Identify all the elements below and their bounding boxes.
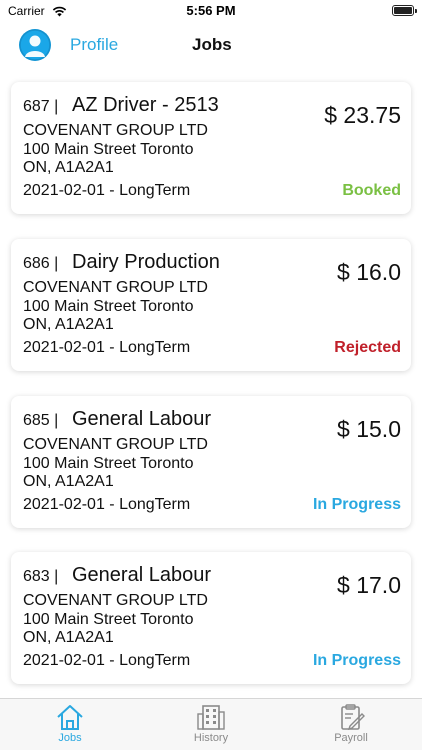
job-address-line1: 100 Main Street Toronto bbox=[23, 455, 194, 472]
page-title: Jobs bbox=[192, 35, 232, 54]
tab-label: Payroll bbox=[334, 732, 368, 744]
job-address-line2: ON, A1A2A1 bbox=[23, 159, 114, 176]
job-date-term: 2021-02-01 - LongTerm bbox=[23, 339, 191, 356]
job-address-line2: ON, A1A2A1 bbox=[23, 473, 114, 490]
person-icon bbox=[19, 29, 51, 61]
status-bar: Carrier 5:56 PM bbox=[0, 0, 422, 24]
job-price: $ 23.75 bbox=[324, 102, 401, 128]
job-price: $ 17.0 bbox=[337, 572, 401, 598]
job-address-line1: 100 Main Street Toronto bbox=[23, 298, 194, 315]
job-title: Dairy Production bbox=[72, 251, 220, 273]
clipboard-edit-icon bbox=[341, 704, 365, 731]
job-id: 683 | bbox=[23, 568, 59, 585]
tab-payroll[interactable]: Payroll bbox=[311, 703, 391, 749]
tab-label: Jobs bbox=[58, 732, 82, 744]
status-badge: Booked bbox=[342, 182, 401, 199]
job-title: General Labour bbox=[72, 564, 211, 586]
job-id: 687 | bbox=[23, 98, 59, 115]
status-badge: In Progress bbox=[312, 652, 401, 669]
battery-icon bbox=[392, 5, 417, 16]
navigation-bar: Profile Jobs bbox=[0, 24, 422, 68]
tab-bar: Jobs History Payroll bbox=[0, 698, 422, 750]
job-date-term: 2021-02-01 - LongTerm bbox=[23, 496, 191, 513]
job-company: COVENANT GROUP LTD bbox=[23, 436, 208, 453]
tab-history[interactable]: History bbox=[171, 703, 251, 749]
tab-jobs[interactable]: Jobs bbox=[30, 703, 110, 749]
job-price: $ 15.0 bbox=[337, 416, 401, 442]
job-date-term: 2021-02-01 - LongTerm bbox=[23, 182, 191, 199]
job-address-line2: ON, A1A2A1 bbox=[23, 629, 114, 646]
building-icon bbox=[197, 705, 225, 730]
job-price: $ 16.0 bbox=[337, 259, 401, 285]
status-badge: In Progress bbox=[312, 496, 401, 513]
job-card[interactable]: 685 | General Labour $ 15.0 COVENANT GRO… bbox=[11, 396, 411, 528]
job-company: COVENANT GROUP LTD bbox=[23, 122, 208, 139]
job-date-term: 2021-02-01 - LongTerm bbox=[23, 652, 191, 669]
job-company: COVENANT GROUP LTD bbox=[23, 279, 208, 296]
job-address-line1: 100 Main Street Toronto bbox=[23, 141, 194, 158]
job-title: General Labour bbox=[72, 408, 211, 430]
job-company: COVENANT GROUP LTD bbox=[23, 592, 208, 609]
home-icon bbox=[57, 705, 83, 730]
job-card[interactable]: 687 | AZ Driver - 2513 $ 23.75 COVENANT … bbox=[11, 82, 411, 214]
profile-link[interactable]: Profile bbox=[70, 35, 118, 55]
job-address-line1: 100 Main Street Toronto bbox=[23, 611, 194, 628]
job-id: 686 | bbox=[23, 255, 59, 272]
job-address-line2: ON, A1A2A1 bbox=[23, 316, 114, 333]
job-card[interactable]: 686 | Dairy Production $ 16.0 COVENANT G… bbox=[11, 239, 411, 371]
avatar[interactable] bbox=[19, 29, 51, 61]
status-time: 5:56 PM bbox=[186, 3, 236, 18]
job-id: 685 | bbox=[23, 412, 59, 429]
job-card[interactable]: 683 | General Labour $ 17.0 COVENANT GRO… bbox=[11, 552, 411, 684]
tab-label: History bbox=[193, 732, 229, 744]
status-badge: Rejected bbox=[334, 339, 401, 356]
job-title: AZ Driver - 2513 bbox=[72, 94, 219, 116]
